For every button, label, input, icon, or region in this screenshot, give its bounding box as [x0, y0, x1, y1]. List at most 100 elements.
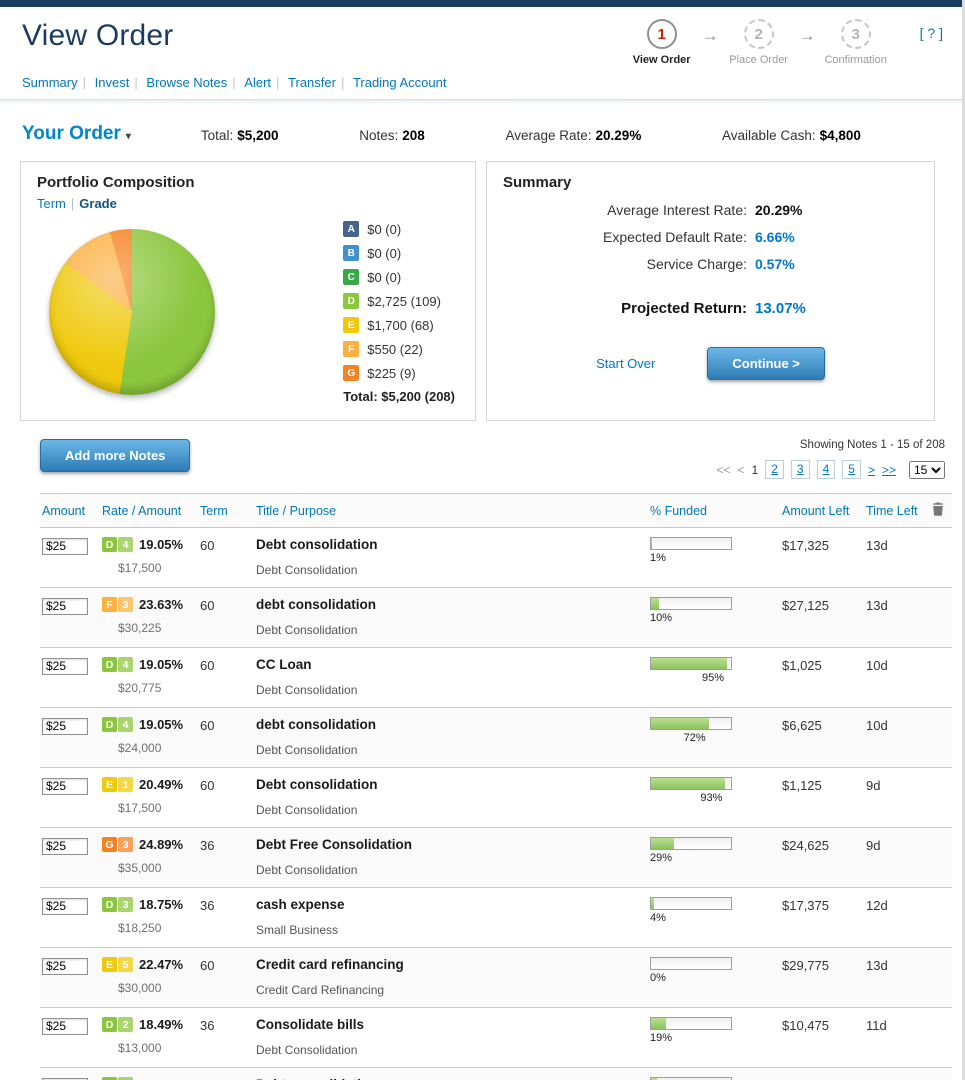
step-3-number: 3 — [851, 26, 859, 43]
grade-swatch: E — [343, 317, 359, 333]
amount-input[interactable] — [42, 1018, 88, 1035]
tab-grade[interactable]: Grade — [79, 196, 117, 211]
page-size-select[interactable]: 15 — [909, 461, 945, 479]
loan-term: 36 — [200, 1017, 256, 1057]
summary-label: Expected Default Rate: — [503, 229, 755, 245]
header-term[interactable]: Term — [200, 504, 228, 518]
grade-subnumber: 4 — [118, 657, 133, 672]
summary-label: Service Charge: — [503, 256, 755, 272]
amount-input[interactable] — [42, 538, 88, 555]
tab-trading-account[interactable]: Trading Account — [353, 75, 446, 90]
amount-input[interactable] — [42, 838, 88, 855]
separator — [276, 75, 279, 90]
funded-bar — [650, 537, 732, 550]
start-over-link[interactable]: Start Over — [596, 356, 655, 371]
grade-swatch: G — [343, 365, 359, 381]
loan-amount: $24,000 — [118, 741, 200, 755]
loan-title-link[interactable]: Debt consolidation — [256, 777, 650, 792]
header-amount[interactable]: Amount — [42, 504, 85, 518]
pagination: << < 1 2 3 4 5 > >> 15 — [717, 460, 946, 479]
funded-bar-fill — [651, 898, 654, 909]
stat-label: Total: — [201, 128, 233, 143]
stat-label: Notes: — [359, 128, 398, 143]
header-funded[interactable]: % Funded — [650, 504, 707, 518]
loan-amount: $30,000 — [118, 981, 200, 995]
grade-subnumber: 3 — [118, 837, 133, 852]
step-2-number: 2 — [754, 26, 762, 43]
loan-title-link[interactable]: Consolidate bills — [256, 1017, 650, 1032]
loan-title-link[interactable]: Debt consolidation — [256, 537, 650, 552]
projected-return-row: Projected Return:13.07% — [503, 300, 918, 317]
amount-left: $17,325 — [782, 537, 866, 577]
amount-input[interactable] — [42, 658, 88, 675]
your-order-dropdown[interactable]: Your Order — [22, 123, 131, 145]
page-2-link[interactable]: 2 — [765, 460, 784, 479]
arrow-right-icon — [702, 26, 719, 66]
page-3-link[interactable]: 3 — [791, 460, 810, 479]
prev-page-button[interactable]: < — [738, 463, 745, 477]
header-time-left[interactable]: Time Left — [866, 504, 918, 518]
note-row: D3 18.75% $18,250 36 cash expense Small … — [40, 888, 952, 948]
funded-percent: 10% — [650, 612, 782, 624]
amount-input[interactable] — [42, 718, 88, 735]
tab-invest[interactable]: Invest — [95, 75, 130, 90]
step-place-order: 2 Place Order — [719, 19, 799, 66]
loan-title-link[interactable]: Debt Free Consolidation — [256, 837, 650, 852]
caret-down-icon — [126, 131, 131, 142]
loan-purpose: Small Business — [256, 923, 650, 937]
loan-title-link[interactable]: CC Loan — [256, 657, 650, 672]
amount-input[interactable] — [42, 598, 88, 615]
funded-percent: 19% — [650, 1032, 782, 1044]
grade-letter: D — [102, 657, 117, 672]
trash-icon[interactable] — [932, 505, 944, 519]
page-5-link[interactable]: 5 — [842, 460, 861, 479]
loan-amount: $13,000 — [118, 1041, 200, 1055]
loan-title-link[interactable]: debt consolidation — [256, 597, 650, 612]
time-left: 10d — [866, 657, 926, 697]
last-page-button[interactable]: >> — [882, 463, 896, 477]
note-row: D4 19.05% $24,000 60 debt consolidation … — [40, 708, 952, 768]
notes-toolbar: Add more Notes Showing Notes 1 - 15 of 2… — [40, 439, 945, 479]
continue-button[interactable]: Continue > — [707, 347, 825, 380]
projected-return-value: 13.07% — [755, 300, 806, 317]
amount-input[interactable] — [42, 778, 88, 795]
summary-panel-title: Summary — [503, 174, 918, 191]
tab-alert[interactable]: Alert — [244, 75, 271, 90]
time-left: 12d — [866, 897, 926, 937]
next-page-button[interactable]: > — [868, 463, 875, 477]
toolbar-right: Showing Notes 1 - 15 of 208 << < 1 2 3 4… — [717, 439, 946, 479]
order-bar: Your Order Total:$5,200 Notes:208 Averag… — [0, 105, 965, 159]
header-title-purpose[interactable]: Title / Purpose — [256, 504, 336, 518]
loan-title-link[interactable]: cash expense — [256, 897, 650, 912]
note-row: E5 22.47% $30,000 60 Credit card refinan… — [40, 948, 952, 1008]
loan-purpose: Debt Consolidation — [256, 623, 650, 637]
loan-title-link[interactable]: debt consolidation — [256, 717, 650, 732]
amount-input[interactable] — [42, 898, 88, 915]
tab-transfer[interactable]: Transfer — [288, 75, 336, 90]
header-amount-left[interactable]: Amount Left — [782, 504, 849, 518]
tab-term[interactable]: Term — [37, 196, 66, 211]
loan-amount: $20,775 — [118, 681, 200, 695]
tab-browse-notes[interactable]: Browse Notes — [146, 75, 227, 90]
notes-table: Amount Rate / Amount Term Title / Purpos… — [40, 493, 952, 1080]
loan-title-link[interactable]: Credit card refinancing — [256, 957, 650, 972]
portfolio-tabs: Term Grade — [37, 196, 459, 211]
amount-input[interactable] — [42, 958, 88, 975]
grade-letter: D — [102, 897, 117, 912]
first-page-button[interactable]: << — [717, 463, 731, 477]
page-4-link[interactable]: 4 — [817, 460, 836, 479]
legend-value: $2,725 (109) — [367, 294, 441, 309]
tab-summary[interactable]: Summary — [22, 75, 78, 90]
loan-purpose: Debt Consolidation — [256, 803, 650, 817]
loan-term: 60 — [200, 537, 256, 577]
stat-label: Average Rate: — [505, 128, 591, 143]
add-more-notes-button[interactable]: Add more Notes — [40, 439, 190, 472]
loan-purpose: Debt Consolidation — [256, 1043, 650, 1057]
funded-bar-fill — [651, 1018, 666, 1029]
amount-left: $29,775 — [782, 957, 866, 997]
loan-term: 36 — [200, 897, 256, 937]
grade-badge: G3 — [102, 837, 133, 852]
grade-subnumber: 5 — [118, 957, 133, 972]
help-link[interactable]: [ ? ] — [920, 25, 943, 41]
header-rate-amount[interactable]: Rate / Amount — [102, 504, 181, 518]
